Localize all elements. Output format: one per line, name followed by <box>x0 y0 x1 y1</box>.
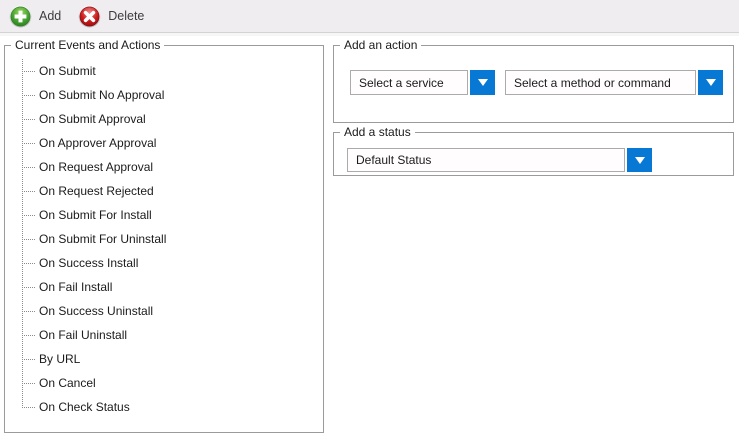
tree-item-label: On Cancel <box>39 376 96 390</box>
tree-item-label: On Check Status <box>39 400 130 414</box>
tree-connector-stub <box>22 287 35 288</box>
tree-connector-stub <box>22 311 35 312</box>
service-dropdown-value[interactable]: Select a service <box>350 70 468 95</box>
method-dropdown-value[interactable]: Select a method or command <box>505 70 696 95</box>
tree-item[interactable]: On Cancel <box>5 371 323 395</box>
tree-connector-stub <box>22 215 35 216</box>
add-button-label: Add <box>39 9 61 23</box>
tree-item[interactable]: On Submit For Install <box>5 203 323 227</box>
tree-item[interactable]: On Request Approval <box>5 155 323 179</box>
tree-connector-stub <box>22 143 35 144</box>
tree-connector-stub <box>22 167 35 168</box>
add-button[interactable]: Add <box>5 2 72 31</box>
tree-connector-stub <box>22 335 35 336</box>
tree-connector-stub <box>22 359 35 360</box>
tree-item[interactable]: On Submit <box>5 59 323 83</box>
caret-down-icon <box>478 79 488 86</box>
tree-item[interactable]: On Submit No Approval <box>5 83 323 107</box>
status-dropdown-button[interactable] <box>627 148 652 172</box>
delete-button-label: Delete <box>108 9 144 23</box>
tree-item-label: On Submit For Uninstall <box>39 232 166 246</box>
tree-item-label: On Approver Approval <box>39 136 156 150</box>
tree-item[interactable]: On Submit Approval <box>5 107 323 131</box>
tree-item[interactable]: On Check Status <box>5 395 323 419</box>
tree-item-label: On Submit <box>39 64 96 78</box>
add-status-groupbox-title: Add a status <box>340 125 415 140</box>
tree-item[interactable]: On Success Uninstall <box>5 299 323 323</box>
delete-icon <box>78 5 101 28</box>
service-dropdown[interactable]: Select a service <box>350 70 495 95</box>
tree-item-label: On Success Install <box>39 256 138 270</box>
tree-item-label: On Fail Uninstall <box>39 328 127 342</box>
tree-connector-stub <box>22 71 35 72</box>
tree-connector-stub <box>22 383 35 384</box>
delete-button[interactable]: Delete <box>74 2 155 31</box>
events-tree: On Submit On Submit No Approval On Submi… <box>5 59 323 432</box>
current-events-groupbox-title: Current Events and Actions <box>11 38 164 53</box>
tree-connector-stub <box>22 239 35 240</box>
tree-item-label: On Submit For Install <box>39 208 152 222</box>
add-action-groupbox-title: Add an action <box>340 38 421 53</box>
tree-item-label: On Submit No Approval <box>39 88 164 102</box>
method-dropdown-button[interactable] <box>698 70 723 95</box>
service-dropdown-button[interactable] <box>470 70 495 95</box>
toolbar: Add Delete <box>0 0 739 33</box>
status-dropdown-value[interactable]: Default Status <box>347 148 625 172</box>
tree-connector-stub <box>22 95 35 96</box>
caret-down-icon <box>706 79 716 86</box>
tree-item[interactable]: On Approver Approval <box>5 131 323 155</box>
tree-item[interactable]: On Submit For Uninstall <box>5 227 323 251</box>
tree-item-label: On Request Approval <box>39 160 153 174</box>
tree-item[interactable]: On Request Rejected <box>5 179 323 203</box>
add-status-groupbox: Add a status Default Status <box>333 132 734 176</box>
current-events-groupbox: Current Events and Actions On Submit On … <box>4 45 324 433</box>
add-icon <box>9 5 32 28</box>
tree-item-label: On Request Rejected <box>39 184 154 198</box>
tree-connector-stub <box>22 263 35 264</box>
status-dropdown[interactable]: Default Status <box>347 148 652 172</box>
add-action-groupbox: Add an action Select a service Select a … <box>333 45 734 123</box>
tree-connector-stub <box>22 119 35 120</box>
tree-item[interactable]: On Fail Uninstall <box>5 323 323 347</box>
tree-item-label: On Success Uninstall <box>39 304 153 318</box>
tree-connector-stub <box>22 191 35 192</box>
method-dropdown[interactable]: Select a method or command <box>505 70 723 95</box>
tree-item-label: On Submit Approval <box>39 112 146 126</box>
tree-item-label: On Fail Install <box>39 280 112 294</box>
tree-item[interactable]: By URL <box>5 347 323 371</box>
tree-item[interactable]: On Fail Install <box>5 275 323 299</box>
tree-item-label: By URL <box>39 352 80 366</box>
tree-connector-stub <box>22 407 35 408</box>
caret-down-icon <box>635 157 645 164</box>
tree-item[interactable]: On Success Install <box>5 251 323 275</box>
